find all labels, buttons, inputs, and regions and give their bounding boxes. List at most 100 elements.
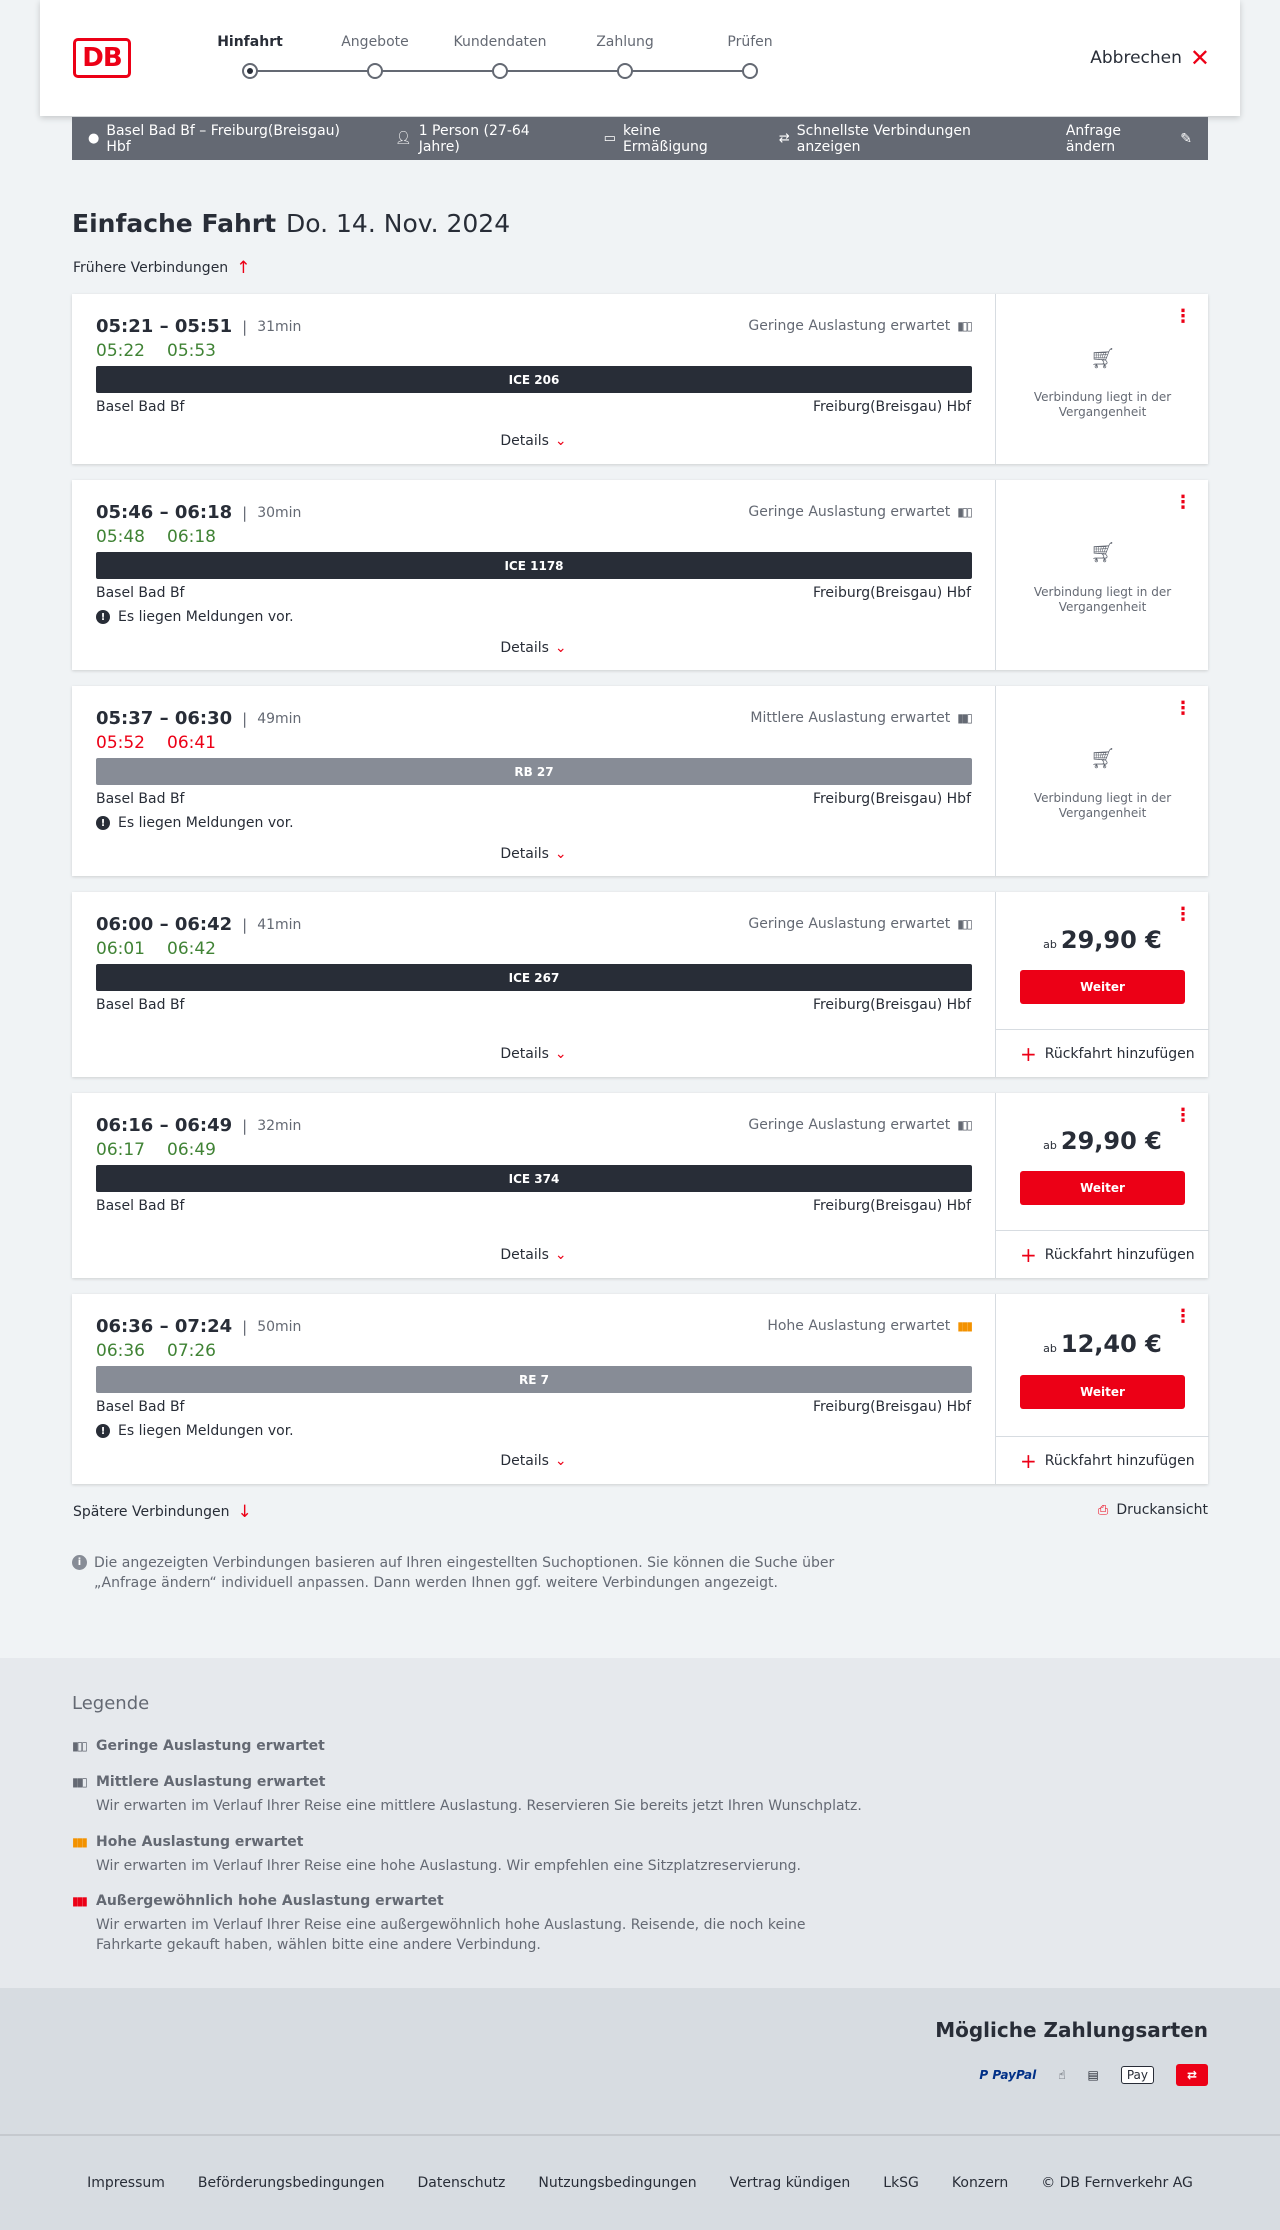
add-return-button[interactable]: + Rückfahrt hinzufügen	[996, 1029, 1209, 1077]
realtime-times: 06:36 07:26	[96, 1341, 216, 1361]
later-label: Spätere Verbindungen	[73, 1504, 230, 1520]
destination-station: Freiburg(Breisgau) Hbf	[812, 399, 971, 415]
earlier-connections-link[interactable]: Frühere Verbindungen ↑	[73, 258, 250, 278]
load-indicator: Mittlere Auslastung erwartet ▮▮▯	[750, 710, 973, 726]
details-label: Details	[500, 846, 549, 862]
origin-station: Basel Bad Bf	[96, 791, 185, 807]
contactless-icon: ☝	[1058, 2068, 1066, 2082]
more-options-icon[interactable]: ⋮	[1174, 1107, 1192, 1125]
divider: |	[242, 1116, 248, 1135]
legend-section: Legende ▮▯▯ Geringe Auslastung erwartet ▮…	[0, 1658, 1280, 1988]
connection-info[interactable]: 06:36 – 07:24 | 50min 06:36 07:26 Hohe Ausl…	[72, 1294, 995, 1484]
continue-button[interactable]: Weiter	[1020, 970, 1185, 1004]
divider: |	[242, 503, 248, 522]
realtime-arrival: 06:49	[167, 1140, 216, 1160]
continue-button[interactable]: Weiter	[1020, 1171, 1185, 1205]
step-dot	[742, 63, 758, 79]
origin-station: Basel Bad Bf	[96, 585, 185, 601]
origin-station: Basel Bad Bf	[96, 1198, 185, 1214]
connection-info[interactable]: 06:00 – 06:42 | 41min 06:01 06:42 Geringe A…	[72, 892, 995, 1077]
planned-times: 06:16 – 06:49	[96, 1115, 233, 1136]
step-label: Prüfen	[727, 34, 773, 50]
footer-link-impressum[interactable]: Impressum	[87, 2175, 165, 2191]
later-connections-link[interactable]: Spätere Verbindungen ↓	[73, 1502, 252, 1522]
disruption-message[interactable]: ! Es liegen Meldungen vor.	[96, 815, 294, 831]
more-options-icon[interactable]: ⋮	[1174, 906, 1192, 924]
train-bar[interactable]: ICE 1178	[96, 552, 972, 579]
train-bar[interactable]: ICE 374	[96, 1165, 972, 1192]
details-toggle[interactable]: Details ⌄	[72, 1453, 995, 1469]
step-hinfahrt[interactable]: Hinfahrt	[195, 34, 305, 79]
footer-link-nutzungsbedingungen[interactable]: Nutzungsbedingungen	[538, 2175, 696, 2191]
train-bar[interactable]: ICE 267	[96, 964, 972, 991]
price: ab 12,40 €	[996, 1330, 1209, 1358]
legend-item-desc: Wir erwarten im Verlauf Ihrer Reise eine…	[96, 1858, 801, 1874]
step-angebote[interactable]: Angebote	[320, 34, 430, 79]
step-zahlung[interactable]: Zahlung	[570, 34, 680, 79]
add-return-button[interactable]: + Rückfahrt hinzufügen	[996, 1230, 1209, 1278]
connection-info[interactable]: 05:37 – 06:30 | 49min 05:52 06:41 Mittlere …	[72, 686, 995, 876]
step-dot	[367, 63, 383, 79]
planned-times: 06:00 – 06:42	[96, 914, 233, 935]
disruption-message[interactable]: ! Es liegen Meldungen vor.	[96, 609, 294, 625]
details-toggle[interactable]: Details ⌄	[72, 433, 995, 449]
details-toggle[interactable]: Details ⌄	[72, 1046, 995, 1062]
page-title: Einfache Fahrt Do. 14. Nov. 2024	[72, 209, 510, 238]
legend-item-title: Mittlere Auslastung erwartet	[96, 1774, 326, 1790]
continue-button[interactable]: Weiter	[1020, 1375, 1185, 1409]
footer-link-lksg[interactable]: LkSG	[883, 2175, 919, 2191]
step-label: Zahlung	[596, 34, 654, 50]
step-pruefen[interactable]: Prüfen	[695, 34, 805, 79]
connection-info[interactable]: 06:16 – 06:49 | 32min 06:17 06:49 Geringe A…	[72, 1093, 995, 1278]
train-bar[interactable]: RB 27	[96, 758, 972, 785]
disruption-message[interactable]: ! Es liegen Meldungen vor.	[96, 1423, 294, 1439]
change-request-button[interactable]: Anfrage ändern ✎	[1066, 123, 1192, 155]
fastest-text: Schnellste Verbindungen anzeigen	[796, 122, 971, 155]
train-bar[interactable]: ICE 206	[96, 366, 972, 393]
step-kundendaten[interactable]: Kundendaten	[445, 34, 555, 79]
details-toggle[interactable]: Details ⌄	[72, 640, 995, 656]
divider: |	[242, 1317, 248, 1336]
train-bar[interactable]: RE 7	[96, 1366, 972, 1393]
realtime-departure: 06:01	[96, 939, 145, 959]
cart-unavailable-icon: 🛒︎	[1090, 540, 1116, 564]
alert-icon: !	[96, 610, 110, 624]
chevron-down-icon: ⌄	[554, 433, 567, 449]
step-dot	[242, 63, 258, 79]
close-icon: ✕	[1189, 44, 1210, 72]
past-connection-notice: Verbindung liegt in der Vergangenheit	[1033, 390, 1172, 419]
realtime-times: 05:22 05:53	[96, 341, 216, 361]
more-options-icon[interactable]: ⋮	[1174, 1308, 1192, 1326]
print-view-link[interactable]: ⎙ Druckansicht	[1098, 1502, 1208, 1518]
connection-info[interactable]: 05:21 – 05:51 | 31min 05:22 05:53 Geringe A…	[72, 294, 995, 464]
price-prefix: ab	[1043, 1139, 1057, 1152]
cancel-button[interactable]: Abbrechen ✕	[1090, 46, 1210, 70]
origin-station: Basel Bad Bf	[96, 399, 185, 415]
footer-link-datenschutz[interactable]: Datenschutz	[417, 2175, 505, 2191]
traveller-text: 1 Person (27-64 Jahre)	[418, 122, 530, 155]
load-text: Geringe Auslastung erwartet	[748, 504, 951, 520]
footer-link-befoerderungsbedingungen[interactable]: Beförderungsbedingungen	[198, 2175, 385, 2191]
search-summary-bar: ● Basel Bad Bf – Freiburg(Breisgau) Hbf 👤…	[72, 117, 1208, 160]
add-return-button[interactable]: + Rückfahrt hinzufügen	[996, 1436, 1209, 1484]
past-connection-notice: Verbindung liegt in der Vergangenheit	[1033, 585, 1172, 614]
db-logo[interactable]: DB	[73, 38, 131, 78]
paypal-icon: P PayPal	[979, 2068, 1037, 2082]
alert-icon: !	[96, 1424, 110, 1438]
add-return-label: Rückfahrt hinzufügen	[1044, 1045, 1195, 1062]
sepa-icon: ▤	[1087, 2068, 1099, 2082]
more-options-icon[interactable]: ⋮	[1174, 494, 1192, 512]
details-toggle[interactable]: Details ⌄	[72, 1247, 995, 1263]
connection-info[interactable]: 05:46 – 06:18 | 30min 05:48 06:18 Geringe A…	[72, 480, 995, 670]
details-toggle[interactable]: Details ⌄	[72, 846, 995, 862]
trip-type: Einfache Fahrt	[72, 209, 277, 238]
realtime-departure: 05:22	[96, 341, 145, 361]
legend-item-title: Geringe Auslastung erwartet	[96, 1738, 325, 1754]
more-options-icon[interactable]: ⋮	[1174, 308, 1192, 326]
more-options-icon[interactable]: ⋮	[1174, 700, 1192, 718]
fastest-toggle[interactable]: ⇄ Schnellste Verbindungen anzeigen	[779, 123, 1034, 155]
footer-link-konzern[interactable]: Konzern	[952, 2175, 1008, 2191]
duration: 50min	[257, 1318, 302, 1335]
footer-link-vertrag-kuendigen[interactable]: Vertrag kündigen	[730, 2175, 851, 2191]
divider: |	[242, 317, 248, 336]
